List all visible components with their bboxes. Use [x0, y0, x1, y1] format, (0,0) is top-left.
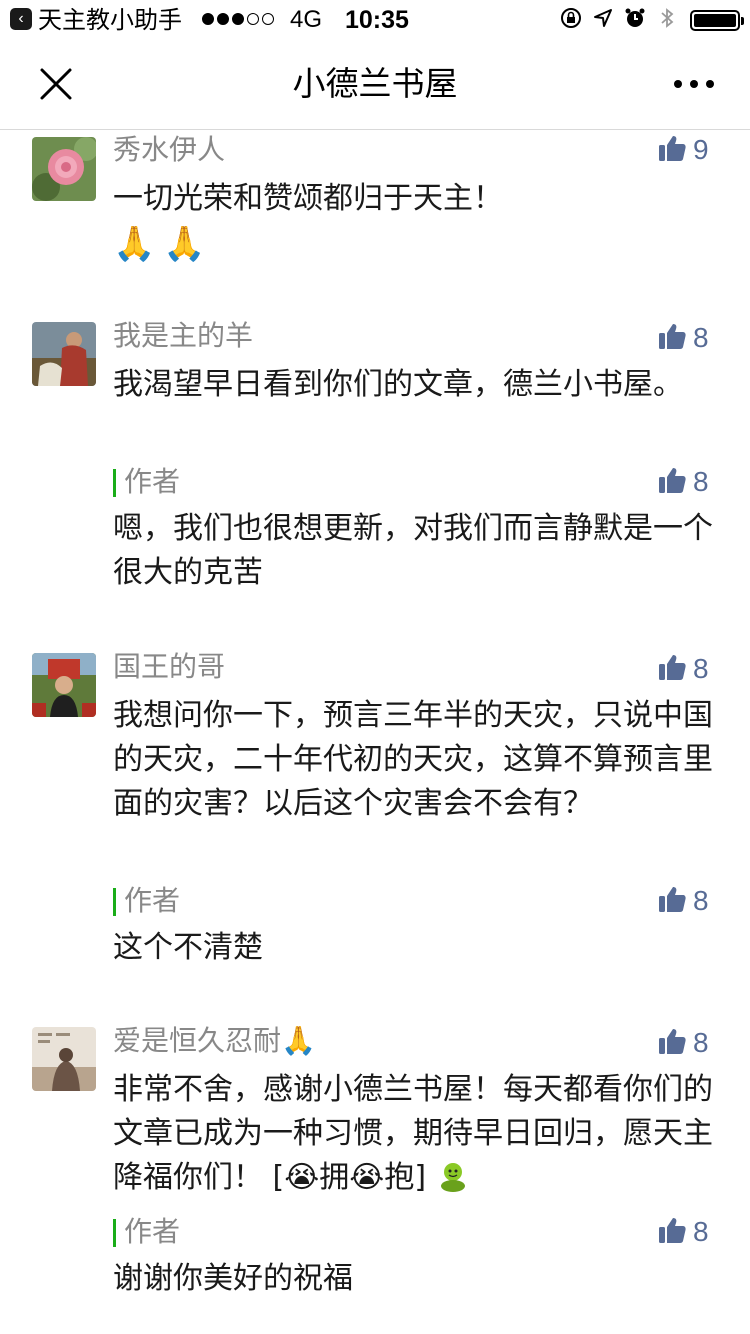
- like-button[interactable]: 8: [657, 321, 709, 355]
- author-reply-bar: [113, 888, 116, 916]
- comment-text-body: 一切光荣和赞颂都归于天主！: [113, 181, 503, 216]
- avatar[interactable]: [32, 653, 96, 717]
- like-button[interactable]: 8: [657, 884, 709, 918]
- thumbs-up-icon: [657, 465, 687, 499]
- status-bar: ‹ 天主教小助手 4G 10:35: [0, 0, 750, 40]
- comment-text: 我想问你一下，预言三年半的天灾，只说中国的天灾，二十年代初的天灾，这算不算预言里…: [113, 698, 713, 821]
- like-count: 8: [693, 885, 709, 916]
- clock: 10:35: [345, 6, 409, 34]
- alarm-icon: [624, 7, 646, 29]
- back-to-app-icon[interactable]: ‹: [10, 8, 32, 30]
- thumbs-up-icon: [657, 1215, 687, 1249]
- comment-nickname: 秀水伊人: [113, 133, 226, 166]
- author-label: 作者: [124, 884, 181, 917]
- like-button[interactable]: 8: [657, 1026, 709, 1060]
- like-button[interactable]: 8: [657, 1215, 709, 1249]
- comment-nickname: 国王的哥: [113, 650, 226, 683]
- emoji-praying-hands: 🙏🙏: [113, 224, 214, 264]
- comment-list[interactable]: 秀水伊人 9 一切光荣和赞颂都归于天主！ 🙏🙏 我是主的羊 8 我渴望早日看到你…: [0, 131, 750, 1334]
- thumbs-up-icon: [657, 884, 687, 918]
- like-count: 8: [693, 1216, 709, 1247]
- avatar[interactable]: [32, 322, 96, 386]
- signal-strength-icon: [202, 13, 274, 25]
- avatar[interactable]: [32, 137, 96, 201]
- like-count: 8: [693, 466, 709, 497]
- like-button[interactable]: 8: [657, 465, 709, 499]
- author-label: 作者: [124, 1215, 181, 1248]
- comment-nickname: 爱是恒久忍耐🙏: [113, 1024, 316, 1058]
- like-count: 8: [693, 653, 709, 684]
- comment-nickname-text: 爱是恒久忍耐: [113, 1024, 282, 1057]
- comment-text: 我渴望早日看到你们的文章，德兰小书屋。: [113, 367, 683, 402]
- location-icon: [592, 7, 614, 29]
- network-type: 4G: [290, 6, 323, 33]
- back-app-label[interactable]: 天主教小助手: [38, 5, 182, 35]
- author-reply-bar: [113, 469, 116, 497]
- page-title: 小德兰书屋: [292, 64, 458, 103]
- more-options-icon[interactable]: [674, 80, 714, 88]
- bluetooth-icon: [656, 7, 678, 29]
- author-reply-bar: [113, 1219, 116, 1247]
- like-count: 9: [693, 134, 709, 165]
- like-count: 8: [693, 322, 709, 353]
- author-label: 作者: [124, 465, 181, 498]
- like-button[interactable]: 8: [657, 652, 709, 686]
- battery-icon: [690, 10, 744, 31]
- thumbs-up-icon: [657, 1026, 687, 1060]
- comment-text: 一切光荣和赞颂都归于天主！ 🙏🙏: [113, 177, 713, 267]
- like-button[interactable]: 9: [657, 133, 709, 167]
- thumbs-up-icon: [657, 321, 687, 355]
- author-reply-text: 嗯，我们也很想更新，对我们而言静默是一个很大的克苦: [113, 511, 713, 590]
- avatar[interactable]: [32, 1027, 96, 1091]
- green-face-emoji-icon: [436, 1159, 470, 1206]
- rotation-lock-icon: [560, 7, 582, 29]
- like-count: 8: [693, 1027, 709, 1058]
- thumbs-up-icon: [657, 133, 687, 167]
- author-reply-text: 谢谢你美好的祝福: [113, 1261, 353, 1296]
- thumbs-up-icon: [657, 652, 687, 686]
- author-reply-text: 这个不清楚: [113, 930, 263, 965]
- comment-text: 非常不舍，感谢小德兰书屋！每天都看你们的文章已成为一种习惯，期待早日回归，愿天主…: [113, 1068, 713, 1206]
- nav-bar: 小德兰书屋: [0, 40, 750, 130]
- emoji-praying-hands: 🙏: [281, 1024, 316, 1057]
- emoji-crying-hug: [😭拥😭抱]: [272, 1160, 427, 1195]
- comment-nickname: 我是主的羊: [113, 319, 254, 352]
